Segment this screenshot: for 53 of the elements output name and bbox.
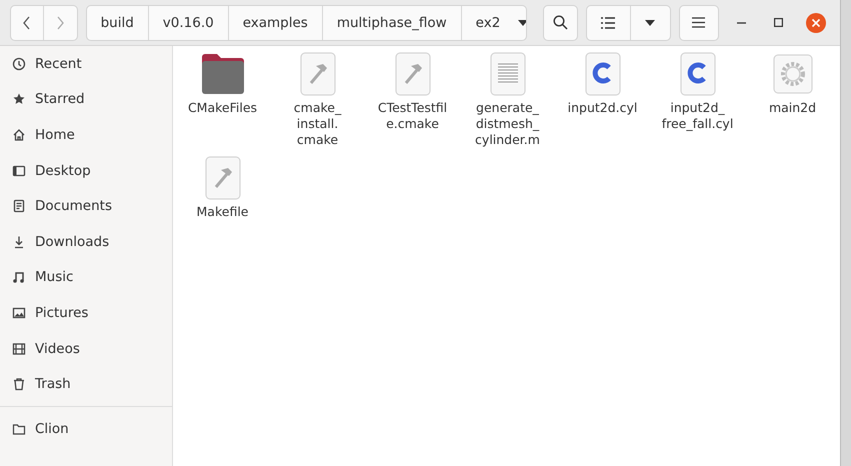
home-icon — [12, 128, 26, 142]
sidebar-item[interactable]: Documents — [35, 198, 112, 214]
gear-file-icon — [772, 54, 812, 94]
file-name[interactable]: generate_ distmesh_ cylinder.m — [475, 100, 540, 148]
chevron-right-icon — [56, 16, 64, 30]
text-file-icon — [490, 52, 526, 96]
path-segment[interactable]: examples — [228, 6, 323, 40]
folder-icon — [200, 53, 246, 95]
trash-icon — [12, 377, 26, 392]
minimize-icon — [737, 22, 746, 24]
file-name[interactable]: main2d — [768, 100, 816, 116]
file-name[interactable]: CMakeFiles — [188, 100, 258, 116]
music-note-icon — [12, 270, 26, 284]
close-icon — [806, 12, 826, 32]
search-icon — [552, 15, 568, 30]
file-name[interactable]: input2d_ free_fall.cyl — [662, 100, 734, 132]
hammer-file-icon — [204, 156, 240, 200]
menu-icon — [692, 17, 706, 28]
path-segment[interactable]: ex2 — [462, 6, 526, 40]
file-name[interactable]: input2d.cyl — [568, 100, 638, 116]
file-name[interactable]: cmake_ install. cmake — [294, 100, 342, 148]
clock-icon — [12, 56, 26, 71]
sidebar-item[interactable]: Home — [35, 126, 75, 143]
desktop-icon — [12, 164, 26, 178]
sidebar-item[interactable]: Downloads — [35, 234, 110, 250]
sidebar-item[interactable]: Starred — [35, 91, 85, 108]
caret-icon — [645, 20, 656, 26]
caret-icon — [518, 20, 526, 26]
list-icon — [601, 16, 616, 28]
c-file-icon — [680, 52, 716, 96]
file-name[interactable]: Makefile — [196, 204, 248, 220]
sidebar-item[interactable]: Trash — [35, 376, 71, 392]
sidebar-item[interactable]: Videos — [35, 340, 80, 357]
file-name[interactable]: CTestTestfil e.cmake — [378, 100, 448, 132]
download-icon — [12, 234, 26, 249]
path-segment[interactable]: v0.16.0 — [148, 6, 229, 40]
chevron-left-icon — [22, 16, 31, 30]
sidebar-item[interactable]: Pictures — [35, 304, 88, 321]
folder-icon — [12, 422, 26, 436]
path-segment[interactable]: build — [86, 6, 149, 40]
star-icon — [12, 92, 26, 106]
sidebar-item[interactable]: Recent — [35, 56, 82, 72]
sidebar-item[interactable]: Desktop — [35, 162, 91, 179]
sidebar-item[interactable]: Clion — [35, 420, 69, 437]
hammer-file-icon — [394, 52, 430, 96]
document-icon — [12, 199, 26, 214]
film-icon — [12, 342, 26, 356]
picture-icon — [12, 306, 26, 320]
sidebar-item[interactable]: Music — [35, 269, 74, 286]
maximize-icon — [774, 18, 784, 27]
hammer-file-icon — [300, 52, 336, 96]
path-segment[interactable]: multiphase_flow — [322, 6, 462, 40]
c-file-icon — [584, 52, 620, 96]
